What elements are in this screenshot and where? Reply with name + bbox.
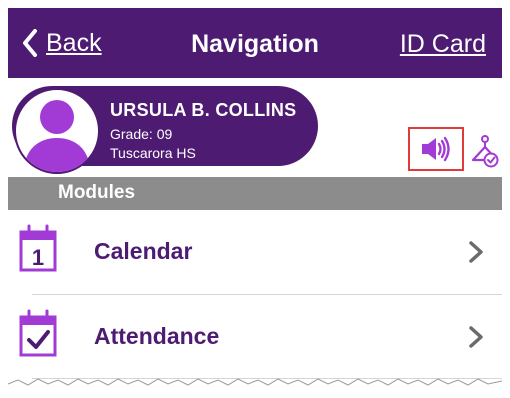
student-name: URSULA B. COLLINS: [110, 100, 297, 120]
torn-edge-decoration: [8, 378, 502, 390]
student-school: Tuscarora HS: [110, 145, 196, 161]
modules-title: Modules: [58, 182, 136, 203]
module-attendance-label: Attendance: [94, 323, 220, 349]
module-attendance-row[interactable]: Attendance: [8, 295, 502, 379]
grade-value: 09: [156, 126, 173, 142]
module-calendar-row[interactable]: 1 Calendar: [8, 210, 502, 294]
chevron-right-icon: [469, 326, 483, 348]
back-button-label: Back: [46, 28, 102, 57]
student-grade: Grade: 09: [110, 126, 172, 142]
speaker-button[interactable]: [408, 127, 464, 171]
student-header: URSULA B. COLLINS Grade: 09 Tuscarora HS: [8, 78, 502, 177]
calendar-icon-number: 1: [32, 245, 44, 270]
attendance-check-icon: [19, 309, 57, 357]
back-button[interactable]: Back: [22, 28, 102, 58]
grade-label: Grade:: [110, 126, 153, 142]
module-calendar-label: Calendar: [94, 238, 193, 264]
app-screen: Back Navigation ID Card URSULA B. COLLIN…: [8, 8, 502, 390]
bus-stop-check-icon[interactable]: [470, 134, 500, 168]
modules-section-header: Modules: [8, 177, 502, 210]
avatar: [14, 88, 100, 174]
chevron-left-icon: [23, 29, 37, 57]
speaker-icon: [422, 136, 450, 162]
calendar-icon: 1: [19, 224, 57, 272]
id-card-button[interactable]: ID Card: [400, 30, 486, 59]
student-card[interactable]: URSULA B. COLLINS Grade: 09 Tuscarora HS: [12, 86, 318, 174]
navigation-bar: Back Navigation ID Card: [8, 8, 502, 78]
chevron-right-icon: [469, 241, 483, 263]
person-silhouette-icon: [24, 100, 90, 172]
